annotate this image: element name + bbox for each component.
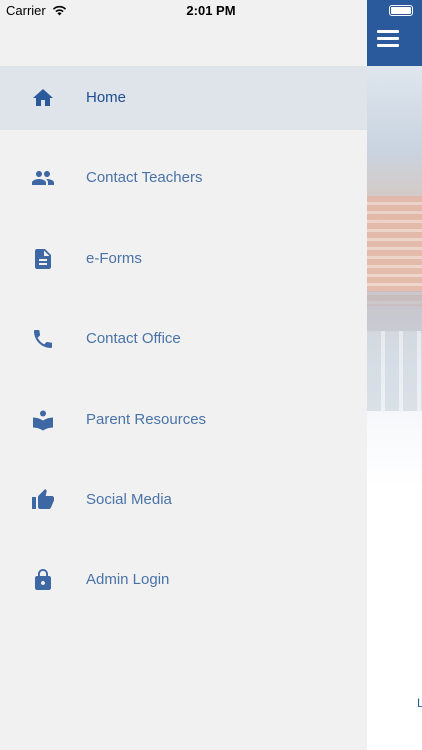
drawer-item-label: e-Forms bbox=[86, 249, 142, 267]
drawer-item-label: Social Media bbox=[86, 490, 172, 508]
phone-icon bbox=[31, 327, 55, 351]
drawer-item-admin-login[interactable]: Admin Login bbox=[0, 548, 367, 612]
drawer-item-label: Contact Office bbox=[86, 330, 181, 348]
home-icon bbox=[31, 86, 55, 110]
drawer-item-e-forms[interactable]: e-Forms bbox=[0, 227, 367, 291]
school-building-photo bbox=[367, 66, 422, 486]
lock-icon bbox=[31, 568, 55, 592]
drawer-item-label: Admin Login bbox=[86, 571, 170, 589]
people-icon bbox=[31, 166, 55, 190]
hamburger-menu-icon[interactable] bbox=[377, 30, 399, 48]
drawer-item-home[interactable]: Home bbox=[0, 66, 367, 130]
status-time: 2:01 PM bbox=[186, 3, 236, 18]
reading-book-icon bbox=[31, 408, 55, 432]
drawer-item-label: Parent Resources bbox=[86, 410, 207, 428]
drawer-item-label: Home bbox=[86, 89, 127, 106]
drawer-item-contact-office[interactable]: Contact Office bbox=[0, 307, 367, 371]
drawer-menu-list: Home Contact Teachers e-Forms Contact Of… bbox=[0, 66, 367, 629]
drawer-item-contact-teachers[interactable]: Contact Teachers bbox=[0, 146, 367, 210]
drawer-item-parent-resources[interactable]: Parent Resources bbox=[0, 388, 367, 452]
thumbs-up-icon bbox=[31, 488, 55, 512]
battery-icon bbox=[389, 5, 413, 16]
document-icon bbox=[31, 247, 55, 271]
drawer-item-social-media[interactable]: Social Media bbox=[0, 468, 367, 532]
drawer-item-label: Contact Teachers bbox=[86, 169, 203, 187]
main-screen: L bbox=[367, 0, 422, 750]
side-drawer: Home Contact Teachers e-Forms Contact Of… bbox=[0, 0, 367, 750]
status-bar: Carrier 2:01 PM bbox=[0, 0, 422, 22]
main-edge-text: L bbox=[417, 696, 422, 710]
